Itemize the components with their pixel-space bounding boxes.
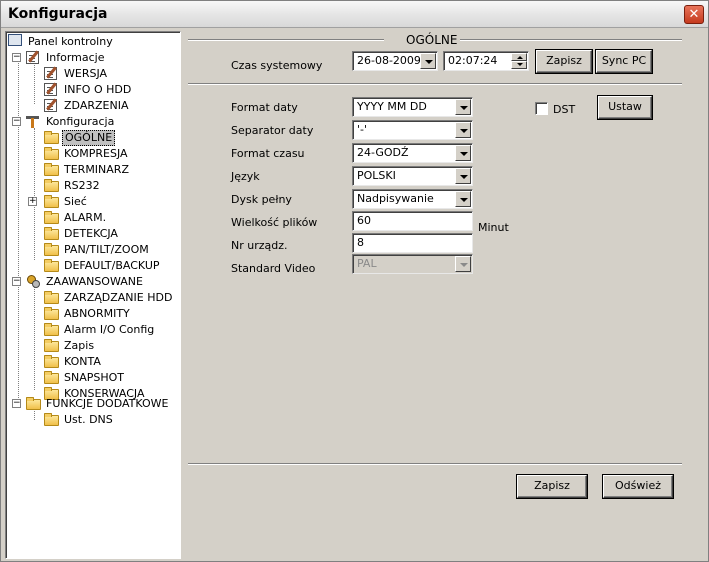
dst-checkbox[interactable] [535,102,548,115]
section-title: OGÓLNE [406,33,458,47]
save-time-button[interactable]: Zapisz [536,50,592,73]
collapse-icon[interactable]: − [12,53,21,62]
file-size-unit: Minut [478,221,509,234]
gears-icon [26,275,42,288]
settings-panel: OGÓLNE Czas systemowy 26-08-2009 02:07:2… [182,31,706,559]
disk-full-select[interactable]: Nadpisywanie [352,189,473,209]
folder-icon [44,163,59,176]
chevron-down-icon[interactable] [455,122,471,138]
folder-icon [44,243,59,256]
chevron-down-icon[interactable] [455,145,471,161]
system-date-field[interactable]: 26-08-2009 [352,51,438,71]
disk-full-label: Dysk pełny [231,193,292,206]
time-format-select[interactable]: 24-GODŹ [352,143,473,163]
navigation-tree: Panel kontrolny − Informacje WERSJA INFO… [5,31,181,559]
date-separator-select[interactable]: '-' [352,120,473,140]
file-size-label: Wielkość plików [231,216,318,229]
language-label: Język [231,170,260,183]
language-select[interactable]: POLSKI [352,166,473,186]
time-format-label: Format czasu [231,147,305,160]
collapse-icon[interactable]: − [12,277,21,286]
collapse-icon[interactable]: − [12,399,21,408]
dst-set-button[interactable]: Ustaw [598,96,652,119]
save-button[interactable]: Zapisz [517,475,587,498]
chevron-down-icon [455,256,471,272]
chevron-down-icon[interactable] [455,168,471,184]
folder-icon [44,413,59,426]
close-icon: ✕ [688,7,700,22]
spinner-icon[interactable] [511,53,527,69]
header-divider-left [188,39,384,41]
folder-icon [44,179,59,192]
date-separator-label: Separator daty [231,124,314,137]
sync-pc-button[interactable]: Sync PC [596,50,652,73]
file-size-input[interactable]: 60 [352,211,473,231]
folder-icon [44,227,59,240]
title-bar[interactable]: Konfiguracja ✕ [1,1,708,28]
document-icon [44,83,57,96]
divider-bottom [188,463,682,465]
system-time-field[interactable]: 02:07:24 [443,51,529,71]
tools-icon [26,115,40,128]
folder-icon [44,323,59,336]
expand-icon[interactable]: + [28,197,37,206]
folder-icon [44,195,59,208]
collapse-icon[interactable]: − [12,117,21,126]
system-time-label: Czas systemowy [231,59,323,72]
folder-icon [44,371,59,384]
header-divider-right [460,39,682,41]
folder-icon [44,259,59,272]
window-title: Konfiguracja [8,6,108,22]
folder-icon [44,147,59,160]
device-no-label: Nr urządz. [231,239,288,252]
computer-icon [8,34,22,46]
dst-label: DST [553,103,576,116]
document-icon [26,51,39,64]
config-window: Konfiguracja ✕ Panel kontrolny − Informa… [0,0,709,562]
folder-icon [44,339,59,352]
video-standard-label: Standard Video [231,262,316,275]
video-standard-select: PAL [352,254,473,274]
device-no-input[interactable]: 8 [352,233,473,253]
refresh-button[interactable]: Odśwież [603,475,673,498]
document-icon [44,67,57,80]
chevron-down-icon[interactable] [455,99,471,115]
divider-top [188,83,682,85]
folder-icon [44,307,59,320]
close-button[interactable]: ✕ [684,5,704,24]
chevron-down-icon[interactable] [420,53,436,69]
folder-icon [44,355,59,368]
folder-icon [26,397,41,410]
folder-icon [44,211,59,224]
folder-icon [44,291,59,304]
date-format-label: Format daty [231,101,298,114]
date-format-select[interactable]: YYYY MM DD [352,97,473,117]
folder-icon [44,131,59,144]
chevron-down-icon[interactable] [455,191,471,207]
document-icon [44,99,57,112]
